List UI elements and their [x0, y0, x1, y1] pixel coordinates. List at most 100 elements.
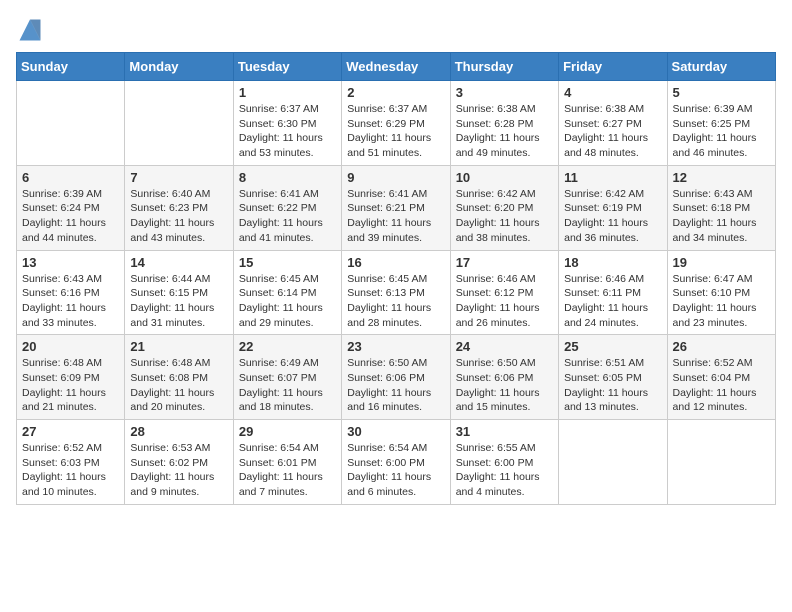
day-number: 14: [130, 255, 227, 270]
day-info: Sunrise: 6:44 AM Sunset: 6:15 PM Dayligh…: [130, 272, 227, 331]
day-number: 17: [456, 255, 553, 270]
calendar-cell: 18 Sunrise: 6:46 AM Sunset: 6:11 PM Dayli…: [559, 250, 667, 335]
calendar-cell: 19 Sunrise: 6:47 AM Sunset: 6:10 PM Dayli…: [667, 250, 775, 335]
calendar-cell: 10 Sunrise: 6:42 AM Sunset: 6:20 PM Dayli…: [450, 165, 558, 250]
day-number: 10: [456, 170, 553, 185]
calendar-cell: 20Sunrise: 6:48 AM Sunset: 6:09 PM Dayli…: [17, 335, 125, 420]
day-number: 15: [239, 255, 336, 270]
day-number: 6: [22, 170, 119, 185]
day-info: Sunrise: 6:51 AM Sunset: 6:05 PM Dayligh…: [564, 356, 661, 415]
day-number: 7: [130, 170, 227, 185]
day-number: 29: [239, 424, 336, 439]
calendar-week-row: 27Sunrise: 6:52 AM Sunset: 6:03 PM Dayli…: [17, 420, 776, 505]
day-number: 9: [347, 170, 444, 185]
calendar-header-cell: Thursday: [450, 53, 558, 81]
day-number: 8: [239, 170, 336, 185]
day-number: 13: [22, 255, 119, 270]
calendar-cell: 12 Sunrise: 6:43 AM Sunset: 6:18 PM Dayli…: [667, 165, 775, 250]
day-number: 4: [564, 85, 661, 100]
day-info: Sunrise: 6:48 AM Sunset: 6:08 PM Dayligh…: [130, 356, 227, 415]
day-info: Sunrise: 6:43 AM Sunset: 6:16 PM Dayligh…: [22, 272, 119, 331]
day-info: Sunrise: 6:37 AM Sunset: 6:30 PM Dayligh…: [239, 102, 336, 161]
day-number: 27: [22, 424, 119, 439]
day-info: Sunrise: 6:39 AM Sunset: 6:25 PM Dayligh…: [673, 102, 770, 161]
day-number: 5: [673, 85, 770, 100]
calendar-cell: 7 Sunrise: 6:40 AM Sunset: 6:23 PM Daylig…: [125, 165, 233, 250]
calendar-table: SundayMondayTuesdayWednesdayThursdayFrid…: [16, 52, 776, 505]
calendar-week-row: 13 Sunrise: 6:43 AM Sunset: 6:16 PM Dayli…: [17, 250, 776, 335]
calendar-cell: 11 Sunrise: 6:42 AM Sunset: 6:19 PM Dayli…: [559, 165, 667, 250]
logo-icon: [16, 16, 44, 44]
day-info: Sunrise: 6:46 AM Sunset: 6:11 PM Dayligh…: [564, 272, 661, 331]
calendar-cell: 25 Sunrise: 6:51 AM Sunset: 6:05 PM Dayli…: [559, 335, 667, 420]
calendar-header-cell: Sunday: [17, 53, 125, 81]
calendar-cell: 21 Sunrise: 6:48 AM Sunset: 6:08 PM Dayli…: [125, 335, 233, 420]
day-number: 11: [564, 170, 661, 185]
calendar-cell: 4 Sunrise: 6:38 AM Sunset: 6:27 PM Daylig…: [559, 81, 667, 166]
calendar-cell: 23 Sunrise: 6:50 AM Sunset: 6:06 PM Dayli…: [342, 335, 450, 420]
calendar-cell: 26Sunrise: 6:52 AM Sunset: 6:04 PM Dayli…: [667, 335, 775, 420]
day-number: 12: [673, 170, 770, 185]
day-number: 22: [239, 339, 336, 354]
day-number: 24: [456, 339, 553, 354]
calendar-cell: 2 Sunrise: 6:37 AM Sunset: 6:29 PM Daylig…: [342, 81, 450, 166]
day-info: Sunrise: 6:47 AM Sunset: 6:10 PM Dayligh…: [673, 272, 770, 331]
day-number: 31: [456, 424, 553, 439]
day-number: 16: [347, 255, 444, 270]
day-info: Sunrise: 6:38 AM Sunset: 6:28 PM Dayligh…: [456, 102, 553, 161]
calendar-cell: 28Sunrise: 6:53 AM Sunset: 6:02 PM Dayli…: [125, 420, 233, 505]
calendar-cell: 1 Sunrise: 6:37 AM Sunset: 6:30 PM Daylig…: [233, 81, 341, 166]
day-number: 23: [347, 339, 444, 354]
day-info: Sunrise: 6:40 AM Sunset: 6:23 PM Dayligh…: [130, 187, 227, 246]
calendar-header-cell: Monday: [125, 53, 233, 81]
day-number: 1: [239, 85, 336, 100]
day-number: 18: [564, 255, 661, 270]
day-info: Sunrise: 6:39 AM Sunset: 6:24 PM Dayligh…: [22, 187, 119, 246]
calendar-cell: 31 Sunrise: 6:55 AM Sunset: 6:00 PM Dayli…: [450, 420, 558, 505]
day-number: 25: [564, 339, 661, 354]
calendar-cell: 22Sunrise: 6:49 AM Sunset: 6:07 PM Dayli…: [233, 335, 341, 420]
day-info: Sunrise: 6:37 AM Sunset: 6:29 PM Dayligh…: [347, 102, 444, 161]
calendar-cell: 8 Sunrise: 6:41 AM Sunset: 6:22 PM Daylig…: [233, 165, 341, 250]
day-info: Sunrise: 6:42 AM Sunset: 6:20 PM Dayligh…: [456, 187, 553, 246]
day-info: Sunrise: 6:41 AM Sunset: 6:21 PM Dayligh…: [347, 187, 444, 246]
day-number: 28: [130, 424, 227, 439]
calendar-header-cell: Wednesday: [342, 53, 450, 81]
day-info: Sunrise: 6:50 AM Sunset: 6:06 PM Dayligh…: [347, 356, 444, 415]
day-info: Sunrise: 6:41 AM Sunset: 6:22 PM Dayligh…: [239, 187, 336, 246]
calendar-header-cell: Saturday: [667, 53, 775, 81]
day-info: Sunrise: 6:54 AM Sunset: 6:00 PM Dayligh…: [347, 441, 444, 500]
day-info: Sunrise: 6:45 AM Sunset: 6:13 PM Dayligh…: [347, 272, 444, 331]
calendar-cell: 16 Sunrise: 6:45 AM Sunset: 6:13 PM Dayli…: [342, 250, 450, 335]
day-info: Sunrise: 6:43 AM Sunset: 6:18 PM Dayligh…: [673, 187, 770, 246]
calendar-cell: 9 Sunrise: 6:41 AM Sunset: 6:21 PM Daylig…: [342, 165, 450, 250]
calendar-cell: 29Sunrise: 6:54 AM Sunset: 6:01 PM Dayli…: [233, 420, 341, 505]
day-number: 30: [347, 424, 444, 439]
day-info: Sunrise: 6:38 AM Sunset: 6:27 PM Dayligh…: [564, 102, 661, 161]
day-info: Sunrise: 6:42 AM Sunset: 6:19 PM Dayligh…: [564, 187, 661, 246]
day-number: 2: [347, 85, 444, 100]
calendar-cell: 30 Sunrise: 6:54 AM Sunset: 6:00 PM Dayli…: [342, 420, 450, 505]
day-info: Sunrise: 6:52 AM Sunset: 6:04 PM Dayligh…: [673, 356, 770, 415]
day-info: Sunrise: 6:55 AM Sunset: 6:00 PM Dayligh…: [456, 441, 553, 500]
day-number: 21: [130, 339, 227, 354]
calendar-cell: 3 Sunrise: 6:38 AM Sunset: 6:28 PM Daylig…: [450, 81, 558, 166]
calendar-cell: [559, 420, 667, 505]
calendar-cell: 17Sunrise: 6:46 AM Sunset: 6:12 PM Dayli…: [450, 250, 558, 335]
calendar-cell: [667, 420, 775, 505]
day-info: Sunrise: 6:45 AM Sunset: 6:14 PM Dayligh…: [239, 272, 336, 331]
calendar-header-row: SundayMondayTuesdayWednesdayThursdayFrid…: [17, 53, 776, 81]
calendar-cell: [125, 81, 233, 166]
calendar-cell: 14 Sunrise: 6:44 AM Sunset: 6:15 PM Dayli…: [125, 250, 233, 335]
day-number: 19: [673, 255, 770, 270]
day-number: 3: [456, 85, 553, 100]
calendar-cell: 5 Sunrise: 6:39 AM Sunset: 6:25 PM Daylig…: [667, 81, 775, 166]
day-number: 20: [22, 339, 119, 354]
logo: [16, 16, 46, 44]
page-header: [16, 16, 776, 44]
calendar-header-cell: Friday: [559, 53, 667, 81]
calendar-cell: 24Sunrise: 6:50 AM Sunset: 6:06 PM Dayli…: [450, 335, 558, 420]
calendar-cell: 13 Sunrise: 6:43 AM Sunset: 6:16 PM Dayli…: [17, 250, 125, 335]
calendar-cell: 6 Sunrise: 6:39 AM Sunset: 6:24 PM Daylig…: [17, 165, 125, 250]
calendar-cell: [17, 81, 125, 166]
